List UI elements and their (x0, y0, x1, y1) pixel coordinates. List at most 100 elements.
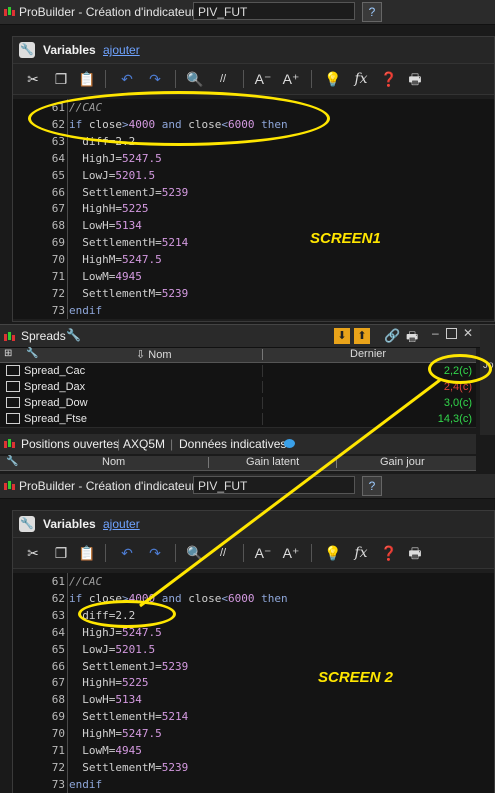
undo-icon[interactable]: ↶ (117, 544, 137, 562)
code-line[interactable]: 68 LowH=5134 (13, 217, 494, 234)
code-line[interactable]: 65 LowJ=5201.5 (13, 167, 494, 184)
spread-row[interactable]: Spread_Dow 3,0(c) (0, 395, 476, 412)
help-circle-icon[interactable]: ❓ (379, 70, 399, 88)
code-token: HighJ= (69, 151, 122, 165)
help-button[interactable]: ? (362, 476, 382, 496)
code-line[interactable]: 69 SettlementH=5214 (13, 234, 494, 251)
code-token: SettlementM= (69, 286, 162, 300)
code-line[interactable]: 61 //CAC (13, 573, 494, 590)
code-token: HighH= (69, 676, 122, 690)
search-icon[interactable]: 🔍 (185, 544, 205, 562)
line-number: 73 (51, 303, 65, 317)
copy-icon[interactable]: ❐ (51, 544, 71, 562)
window-title: ProBuilder - Création d'indicateur - (19, 479, 203, 493)
increase-font-icon[interactable]: A⁺ (281, 544, 301, 562)
code-line[interactable]: 71 LowM=4945 (13, 268, 494, 285)
code-line[interactable]: 68 LowH=5134 (13, 691, 494, 708)
maximize-icon[interactable] (446, 328, 457, 339)
add-row-icon[interactable]: ⊞ (4, 348, 12, 359)
redo-icon[interactable]: ↷ (145, 70, 165, 88)
search-icon[interactable]: 🔍 (185, 70, 205, 88)
code-line[interactable]: 67 HighH=5225 (13, 200, 494, 217)
tab-positions-ouvertes[interactable]: Positions ouvertes (21, 437, 119, 451)
column-nom[interactable]: Nom (102, 456, 125, 468)
spread-last-value: 14,3(c) (437, 413, 472, 425)
spread-name: Spread_Dax (24, 381, 86, 393)
link-icon[interactable]: 🔗 (384, 328, 400, 344)
spread-name: Spread_Cac (24, 365, 86, 377)
indicator-name-field[interactable]: PIV_FUT (193, 2, 355, 20)
tab-donnees-indicatives[interactable]: Données indicatives (179, 437, 286, 451)
spread-row[interactable]: Spread_Cac 2,2(c) (0, 363, 476, 380)
decrease-font-icon[interactable]: A⁻ (253, 70, 273, 88)
help-circle-icon[interactable]: ❓ (379, 544, 399, 562)
code-text: SettlementM=5239 (69, 759, 188, 776)
tab-axq5m[interactable]: AXQ5M (123, 437, 165, 451)
code-line[interactable]: 72 SettlementM=5239 (13, 759, 494, 776)
code-line[interactable]: 71 LowM=4945 (13, 742, 494, 759)
code-text: SettlementH=5214 (69, 234, 188, 251)
code-token: HighM= (69, 727, 122, 741)
chart-candles-icon (4, 439, 15, 448)
column-gain-latent[interactable]: Gain latent (246, 456, 299, 468)
comment-icon[interactable]: // (213, 544, 233, 562)
spread-row[interactable]: Spread_Dax 2,4(c) (0, 379, 476, 396)
lightbulb-icon[interactable]: 💡 (323, 544, 343, 562)
comment-icon[interactable]: // (213, 70, 233, 88)
spread-row[interactable]: Spread_Ftse 14,3(c) (0, 411, 476, 428)
print-icon[interactable]: 🖶 (405, 544, 425, 562)
function-icon[interactable]: fx (351, 70, 371, 88)
code-token: 6000 (228, 591, 255, 605)
code-line[interactable]: 69 SettlementH=5214 (13, 708, 494, 725)
undo-icon[interactable]: ↶ (117, 70, 137, 88)
redo-icon[interactable]: ↷ (145, 544, 165, 562)
chart-candles-icon (4, 481, 15, 490)
column-dernier[interactable]: Dernier (350, 348, 386, 360)
positions-column-header: 🔧 Nom Gain latent Gain jour (0, 456, 476, 471)
function-icon[interactable]: fx (351, 544, 371, 562)
paste-icon[interactable]: 📋 (77, 544, 97, 562)
decrease-font-icon[interactable]: A⁻ (253, 544, 273, 562)
code-line[interactable]: 67 HighH=5225 (13, 674, 494, 691)
copy-icon[interactable]: ❐ (51, 70, 71, 88)
add-variable-link[interactable]: ajouter (103, 43, 140, 57)
column-nom[interactable]: ⇩ Nom (136, 348, 172, 361)
code-token: HighJ= (69, 625, 122, 639)
print-icon[interactable]: 🖶 (405, 70, 425, 88)
code-line[interactable]: 64 HighJ=5247.5 (13, 624, 494, 641)
cut-icon[interactable]: ✂ (23, 544, 43, 562)
column-gain-jour[interactable]: Gain jour (380, 456, 425, 468)
wrench-icon[interactable]: 🔧 (66, 328, 81, 342)
spread-name: Spread_Dow (24, 397, 88, 409)
code-line[interactable]: 64 HighJ=5247.5 (13, 150, 494, 167)
code-token: SettlementH= (69, 236, 162, 250)
indicator-name-field[interactable]: PIV_FUT (193, 476, 355, 494)
help-button[interactable]: ? (362, 2, 382, 22)
lightbulb-icon[interactable]: 💡 (323, 70, 343, 88)
code-text: HighH=5225 (69, 200, 148, 217)
wrench-icon[interactable]: 🔧 (26, 348, 38, 359)
code-line[interactable]: 62 if close>4000 and close<6000 then (13, 590, 494, 607)
arrow-down-icon[interactable]: ⬇ (334, 328, 350, 344)
wrench-icon[interactable]: 🔧 (6, 456, 18, 467)
code-line[interactable]: 70 HighM=5247.5 (13, 725, 494, 742)
code-line[interactable]: 70 HighM=5247.5 (13, 251, 494, 268)
code-token: 5201.5 (115, 168, 156, 182)
variables-panel-2: 🔧 Variables ajouter ✂ ❐ 📋 ↶ ↷ 🔍 // A⁻ A⁺… (12, 510, 495, 793)
arrow-up-icon[interactable]: ⬆ (354, 328, 370, 344)
minimize-icon[interactable]: – (432, 326, 439, 340)
paste-icon[interactable]: 📋 (77, 70, 97, 88)
code-line[interactable]: 65 LowJ=5201.5 (13, 641, 494, 658)
increase-font-icon[interactable]: A⁺ (281, 70, 301, 88)
code-line[interactable]: 66 SettlementJ=5239 (13, 658, 494, 675)
code-line[interactable]: 73 endif (13, 776, 494, 793)
code-text: SettlementJ=5239 (69, 184, 188, 201)
code-line[interactable]: 66 SettlementJ=5239 (13, 184, 494, 201)
code-line[interactable]: 72 SettlementM=5239 (13, 285, 494, 302)
code-line[interactable]: 73 endif (13, 302, 494, 319)
cut-icon[interactable]: ✂ (23, 70, 43, 88)
add-variable-link[interactable]: ajouter (103, 517, 140, 531)
line-number: 66 (51, 185, 65, 199)
close-icon[interactable]: ✕ (463, 326, 473, 340)
print-icon[interactable]: 🖶 (406, 328, 418, 350)
